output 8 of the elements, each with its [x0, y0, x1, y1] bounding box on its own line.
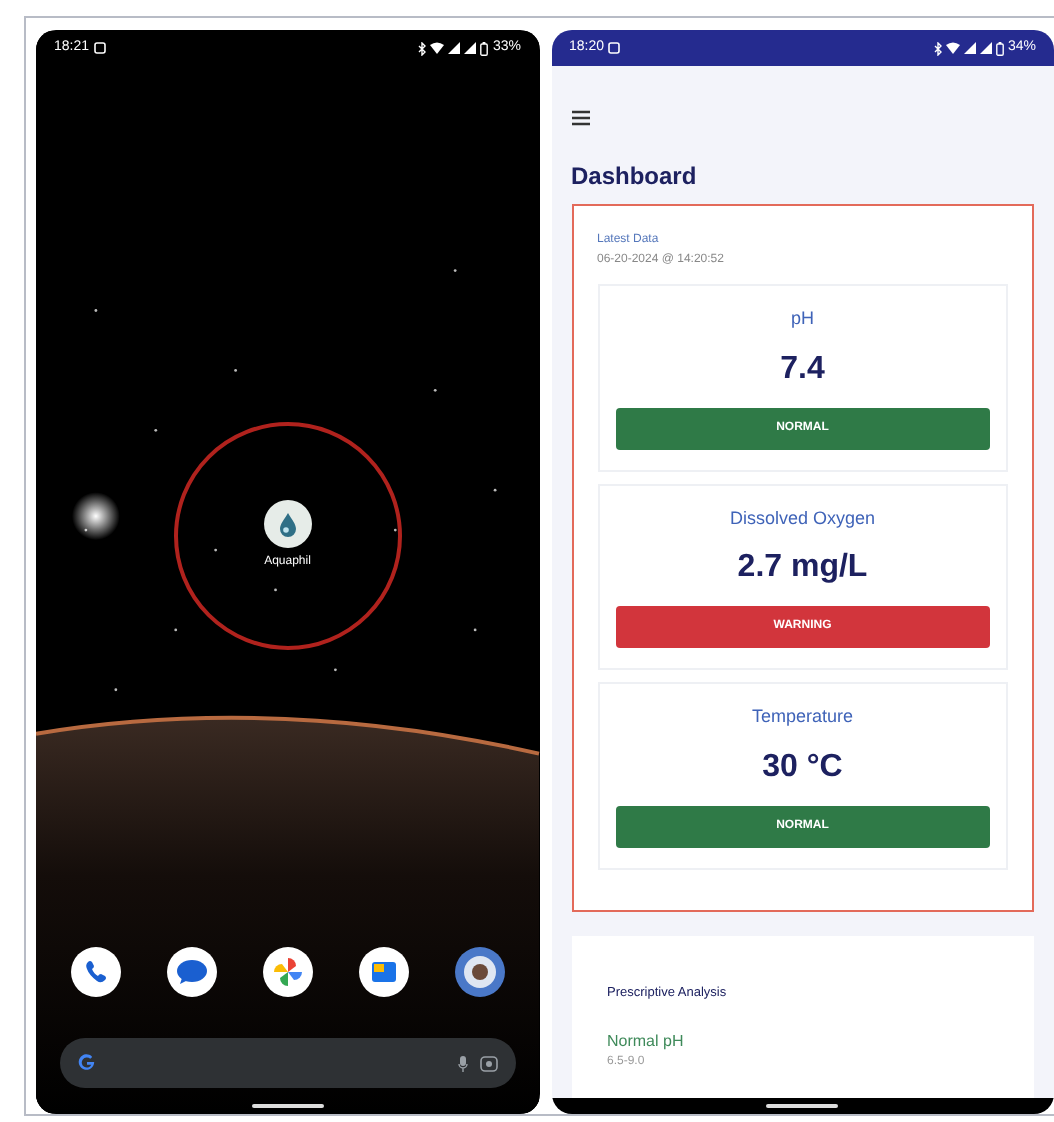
metric-name: Temperature	[749, 704, 856, 730]
page-title: Dashboard	[571, 160, 699, 194]
metric-name: Dissolved Oxygen	[727, 505, 878, 532]
metric-value: 30 °C	[760, 747, 845, 787]
metric-value: 2.7 mg/L	[735, 548, 870, 588]
metric-value: 7.4	[778, 349, 827, 389]
metric-name: pH	[788, 306, 816, 332]
analysis-item-title: Normal pH	[607, 1030, 686, 1055]
